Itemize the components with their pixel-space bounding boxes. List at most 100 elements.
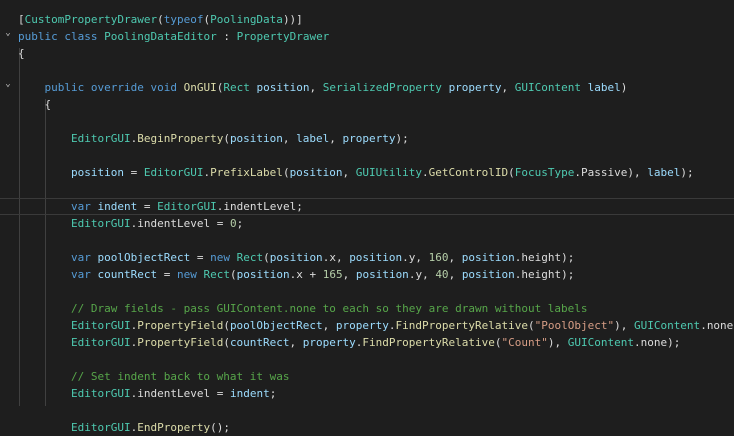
- code-token: ,: [329, 132, 336, 145]
- code-token: CustomPropertyDrawer: [24, 13, 158, 26]
- code-token: ,: [282, 132, 290, 145]
- code-line[interactable]: [0, 402, 734, 419]
- code-text: {: [18, 45, 25, 62]
- code-text: var countRect = new Rect(position.x + 16…: [18, 266, 574, 283]
- code-token: EditorGUI: [143, 166, 204, 179]
- code-token: FindPropertyRelative: [395, 319, 528, 332]
- code-token: );: [680, 166, 694, 179]
- code-token: FindPropertyRelative: [362, 336, 495, 349]
- code-line[interactable]: // Draw fields - pass GUIContent.none to…: [0, 300, 734, 317]
- code-token: ): [620, 81, 628, 94]
- code-line[interactable]: [CustomPropertyDrawer(typeof(PoolingData…: [0, 11, 734, 28]
- code-token: .: [633, 336, 641, 349]
- code-token: indent: [97, 200, 138, 213]
- code-token: var: [70, 251, 91, 264]
- code-token: // Draw fields - pass GUIContent.none to…: [70, 302, 588, 315]
- code-token: Rect: [223, 81, 250, 94]
- code-token: label: [587, 81, 621, 94]
- code-text: EditorGUI.BeginProperty(position, label,…: [18, 130, 409, 147]
- code-token: position: [355, 268, 409, 281]
- code-line[interactable]: {: [0, 45, 734, 62]
- code-token: void: [150, 81, 177, 94]
- code-token: );: [395, 132, 409, 145]
- code-token: poolObjectRect: [97, 251, 191, 264]
- code-line[interactable]: EditorGUI.indentLevel = indent;: [0, 385, 734, 402]
- code-token: ,: [335, 251, 343, 264]
- code-token: GUIUtility: [355, 166, 423, 179]
- code-line[interactable]: var countRect = new Rect(position.x + 16…: [0, 266, 734, 283]
- code-token: new: [176, 268, 197, 281]
- code-line[interactable]: [0, 147, 734, 164]
- code-line[interactable]: position = EditorGUI.PrefixLabel(positio…: [0, 164, 734, 181]
- code-token: ;: [236, 217, 244, 230]
- code-line[interactable]: EditorGUI.indentLevel = 0;: [0, 215, 734, 232]
- code-text: EditorGUI.EndProperty();: [18, 419, 230, 436]
- code-line[interactable]: [0, 62, 734, 79]
- code-line[interactable]: EditorGUI.BeginProperty(position, label,…: [0, 130, 734, 147]
- code-token: position: [461, 251, 515, 264]
- code-token: countRect: [97, 268, 158, 281]
- code-line[interactable]: EditorGUI.PropertyField(poolObjectRect, …: [0, 317, 734, 334]
- code-token: 40: [435, 268, 449, 281]
- code-text: var poolObjectRect = new Rect(position.x…: [18, 249, 574, 266]
- code-line[interactable]: public override void OnGUI(Rect position…: [0, 79, 734, 96]
- code-token: (: [223, 336, 230, 349]
- code-token: property: [335, 319, 389, 332]
- code-token: .: [574, 166, 581, 179]
- code-token: ,: [422, 268, 429, 281]
- code-token: class: [64, 30, 98, 43]
- code-line[interactable]: public class PoolingDataEditor : Propert…: [0, 28, 734, 45]
- code-line[interactable]: var indent = EditorGUI.indentLevel;: [0, 198, 734, 215]
- code-text: [CustomPropertyDrawer(typeof(PoolingData…: [18, 11, 303, 28]
- code-line[interactable]: EditorGUI.PropertyField(countRect, prope…: [0, 334, 734, 351]
- code-token: height: [521, 251, 562, 264]
- code-token: ),: [547, 336, 562, 349]
- code-token: );: [667, 336, 681, 349]
- code-token: indentLevel: [137, 387, 211, 400]
- code-line[interactable]: EditorGUI.EndProperty();: [0, 419, 734, 436]
- code-token: countRect: [229, 336, 290, 349]
- code-line[interactable]: var poolObjectRect = new Rect(position.x…: [0, 249, 734, 266]
- code-line[interactable]: [0, 232, 734, 249]
- code-token: EditorGUI: [70, 319, 131, 332]
- code-token: (: [223, 319, 230, 332]
- code-line[interactable]: // Set indent back to what it was: [0, 368, 734, 385]
- code-line[interactable]: [0, 283, 734, 300]
- code-token: EditorGUI: [70, 132, 131, 145]
- code-token: .: [388, 319, 396, 332]
- code-line[interactable]: {: [0, 96, 734, 113]
- code-editor[interactable]: ⌄ ⌄ [CustomPropertyDrawer(typeof(Pooling…: [0, 0, 734, 434]
- code-line[interactable]: [0, 351, 734, 368]
- code-token: position: [349, 251, 403, 264]
- code-token: GUIContent: [633, 319, 701, 332]
- code-token: property: [448, 81, 502, 94]
- code-token: x: [296, 268, 303, 281]
- code-line[interactable]: [0, 113, 734, 130]
- code-text: EditorGUI.indentLevel = indent;: [18, 385, 276, 402]
- code-line[interactable]: [0, 181, 734, 198]
- code-token: label: [647, 166, 681, 179]
